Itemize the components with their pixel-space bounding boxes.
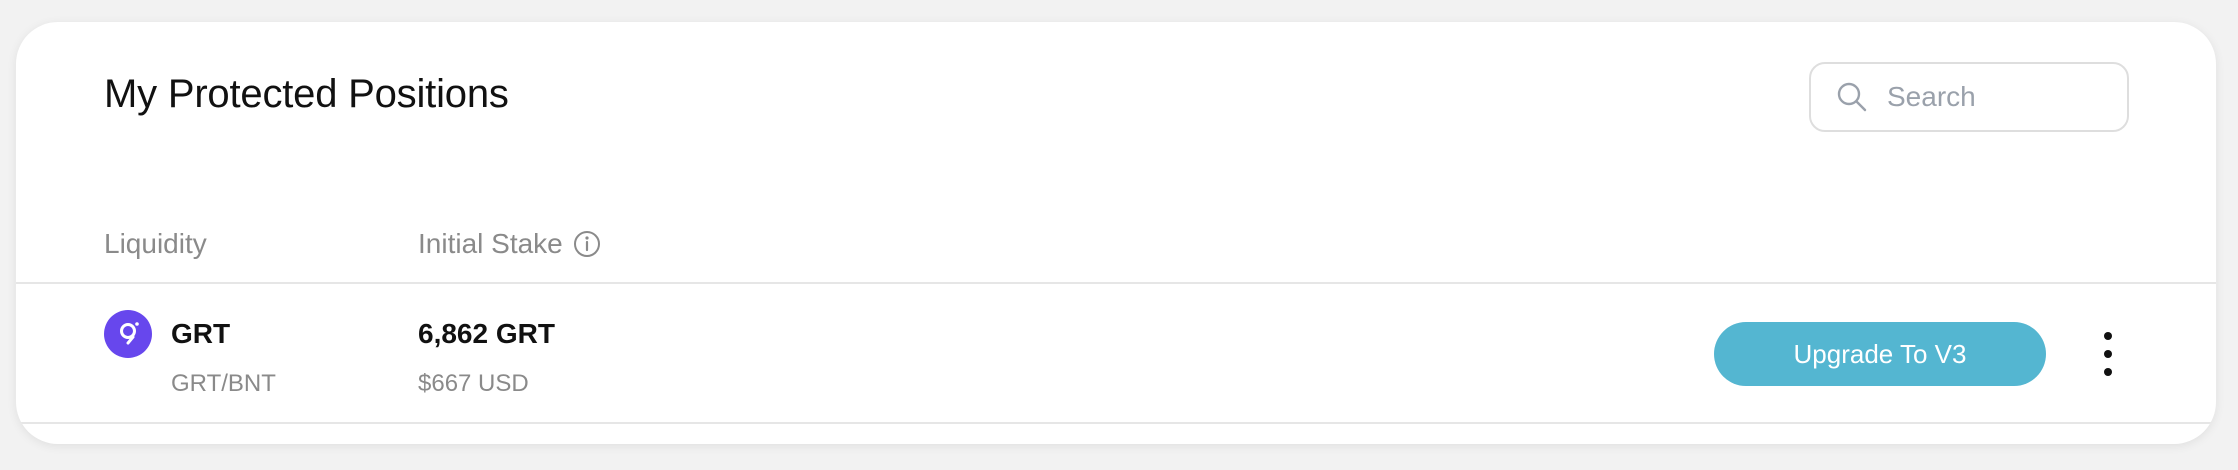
grt-token-icon [104,310,152,358]
column-header-initial-stake-label: Initial Stake [418,228,563,259]
table-header-divider [16,282,2216,284]
info-icon[interactable] [573,230,601,258]
search-icon [1835,80,1869,114]
more-vertical-icon[interactable] [2096,332,2120,376]
page-title: My Protected Positions [104,72,509,116]
table-row-divider [16,422,2216,424]
search-input[interactable] [1885,80,2105,114]
column-header-initial-stake[interactable]: Initial Stake [418,228,601,260]
initial-stake-amount: 6,862 GRT [418,318,555,349]
protected-positions-card: My Protected Positions Liquidity Initial… [16,22,2216,444]
initial-stake-usd: $667 USD [418,370,529,397]
search-box[interactable] [1809,62,2129,132]
column-header-liquidity-label: Liquidity [104,228,207,259]
upgrade-to-v3-button[interactable]: Upgrade To V3 [1714,322,2046,386]
token-pair: GRT/BNT [171,370,276,397]
token-symbol: GRT [171,318,231,349]
column-header-liquidity[interactable]: Liquidity [104,228,207,260]
